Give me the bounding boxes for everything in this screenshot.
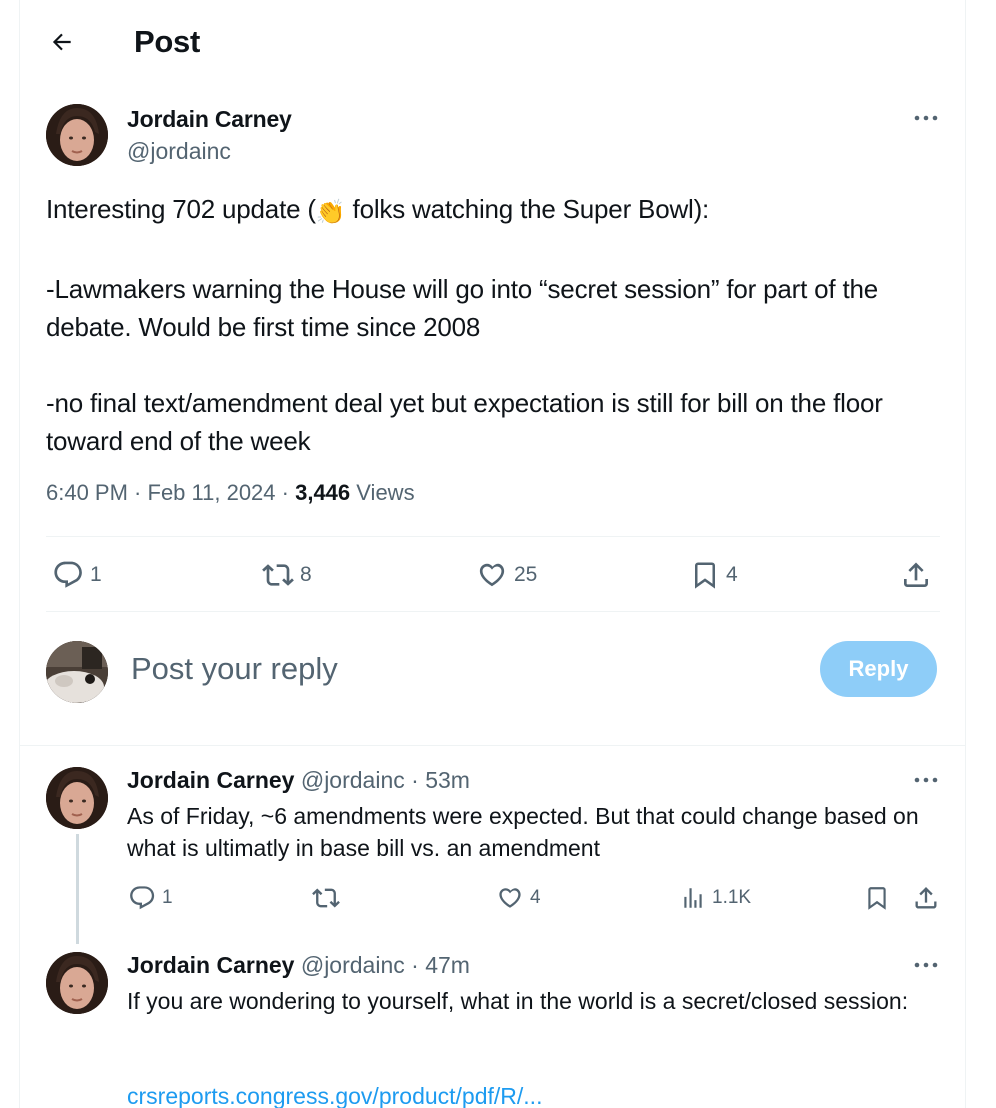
post-metadata: 6:40 PM · Feb 11, 2024 · 3,446 Views bbox=[46, 480, 415, 506]
reply-input[interactable]: Post your reply bbox=[131, 651, 338, 687]
like-action[interactable]: 4 bbox=[496, 884, 541, 912]
back-button[interactable] bbox=[46, 26, 78, 58]
reply-time[interactable]: 47m bbox=[425, 952, 470, 978]
reply-count: 1 bbox=[162, 887, 173, 908]
divider bbox=[46, 611, 940, 612]
repost-count: 8 bbox=[300, 563, 312, 586]
reply-author-avatar[interactable] bbox=[46, 952, 108, 1014]
separator: · bbox=[404, 952, 426, 978]
bookmark-action[interactable]: 4 bbox=[690, 559, 738, 591]
reply-button[interactable]: Reply bbox=[820, 641, 937, 697]
reply-author-name[interactable]: Jordain Carney bbox=[127, 952, 294, 978]
post-date[interactable]: Feb 11, 2024 bbox=[148, 480, 276, 505]
current-user-avatar[interactable] bbox=[46, 641, 108, 703]
post-text-part: Interesting 702 update ( bbox=[46, 194, 316, 224]
more-icon bbox=[914, 962, 938, 968]
arrow-left-icon bbox=[52, 33, 71, 51]
divider bbox=[19, 745, 966, 746]
post-time[interactable]: 6:40 PM bbox=[46, 480, 128, 505]
more-options-button[interactable] bbox=[910, 106, 942, 130]
repost-action[interactable]: 8 bbox=[262, 559, 312, 591]
reply-icon bbox=[130, 886, 155, 910]
bookmark-count: 4 bbox=[726, 563, 738, 586]
post-paragraph-1: Interesting 702 update (👏 folks watching… bbox=[46, 190, 926, 232]
share-icon bbox=[915, 887, 937, 909]
post-paragraph-2: -Lawmakers warning the House will go int… bbox=[46, 274, 886, 342]
like-count: 25 bbox=[514, 563, 538, 586]
reply-time[interactable]: 53m bbox=[425, 767, 470, 793]
share-icon bbox=[904, 562, 928, 587]
views-label: Views bbox=[356, 480, 415, 505]
reply-header: Jordain Carney @jordainc · 53m bbox=[127, 767, 470, 794]
views-count: 3,446 bbox=[295, 480, 351, 505]
reply-author-name[interactable]: Jordain Carney bbox=[127, 767, 294, 793]
heart-icon bbox=[479, 563, 505, 587]
divider bbox=[46, 536, 940, 537]
views-count: 1.1K bbox=[712, 887, 752, 908]
clapping-hands-emoji: 👏 bbox=[315, 199, 346, 226]
reply-text: If you are wondering to yourself, what i… bbox=[127, 988, 909, 1014]
separator: · bbox=[127, 480, 148, 505]
post-text-part: folks watching the Super Bowl): bbox=[345, 194, 710, 224]
bookmark-icon bbox=[695, 562, 715, 589]
bookmark-icon bbox=[868, 887, 886, 910]
reply-author-handle[interactable]: @jordainc bbox=[301, 952, 405, 978]
reply-action[interactable]: 1 bbox=[128, 884, 173, 912]
reply-action[interactable]: 1 bbox=[52, 559, 102, 591]
more-options-button[interactable] bbox=[910, 768, 942, 792]
bookmark-action[interactable] bbox=[864, 884, 890, 912]
share-action[interactable] bbox=[900, 559, 932, 591]
reply-icon bbox=[54, 561, 82, 588]
author-avatar[interactable] bbox=[46, 104, 108, 166]
like-action[interactable]: 25 bbox=[476, 559, 537, 591]
profile-photo bbox=[46, 104, 108, 166]
profile-photo bbox=[46, 952, 108, 1014]
author-name[interactable]: Jordain Carney bbox=[127, 106, 292, 133]
heart-icon bbox=[499, 888, 521, 908]
profile-photo bbox=[46, 767, 108, 829]
thread-connector bbox=[76, 834, 79, 944]
reply-author-handle[interactable]: @jordainc bbox=[301, 767, 405, 793]
like-count: 4 bbox=[530, 887, 541, 908]
separator: · bbox=[404, 767, 426, 793]
repost-icon bbox=[262, 564, 294, 586]
timeline-column bbox=[19, 0, 966, 1108]
reply-link[interactable]: crsreports.congress.gov/product/pdf/R/..… bbox=[127, 1080, 947, 1108]
share-action[interactable] bbox=[912, 884, 940, 912]
reply-header: Jordain Carney @jordainc · 47m bbox=[127, 952, 470, 979]
post-text: Interesting 702 update (👏 folks watching… bbox=[46, 190, 926, 460]
repost-action[interactable] bbox=[312, 884, 340, 912]
views-action[interactable]: 1.1K bbox=[680, 884, 751, 912]
author-handle[interactable]: @jordainc bbox=[127, 138, 231, 165]
post-paragraph-3: -no final text/amendment deal yet but ex… bbox=[46, 388, 890, 456]
analytics-icon bbox=[684, 888, 702, 908]
reply-author-avatar[interactable] bbox=[46, 767, 108, 829]
repost-icon bbox=[312, 888, 340, 908]
more-icon bbox=[914, 115, 938, 121]
profile-photo bbox=[46, 641, 108, 703]
more-icon bbox=[914, 777, 938, 783]
separator: · bbox=[275, 480, 296, 505]
reply-text: As of Friday, ~6 amendments were expecte… bbox=[127, 803, 919, 861]
reply-count: 1 bbox=[90, 563, 102, 586]
page-title: Post bbox=[134, 24, 200, 59]
more-options-button[interactable] bbox=[910, 953, 942, 977]
